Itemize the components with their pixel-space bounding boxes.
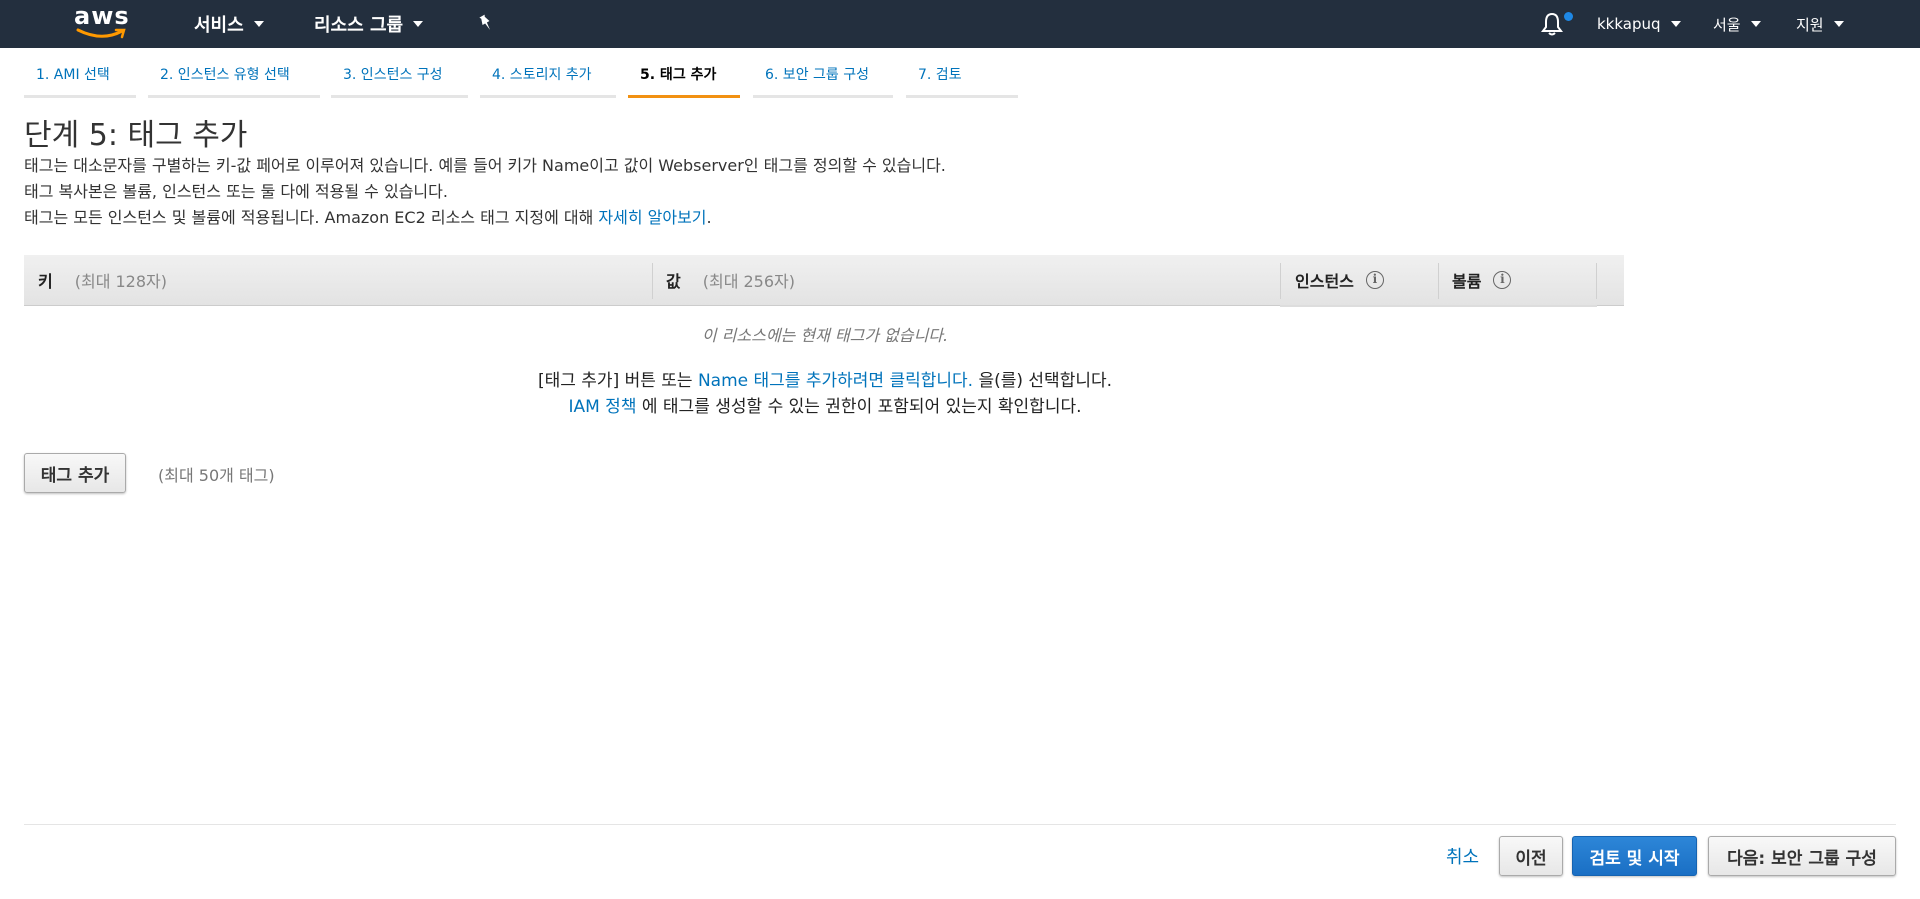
tab-instance-type[interactable]: 2. 인스턴스 유형 선택: [148, 68, 320, 98]
instruction-suffix: 을(를) 선택합니다.: [973, 371, 1113, 391]
services-label: 서비스: [194, 15, 244, 36]
bell-icon[interactable]: [1540, 11, 1564, 37]
learn-more-link[interactable]: 자세히 알아보기: [598, 208, 706, 227]
info-icon[interactable]: i: [1493, 271, 1512, 289]
column-divider: [652, 263, 653, 299]
tab-label: 3. 인스턴스 구성: [343, 67, 443, 83]
smile-arrow-icon: [76, 28, 126, 39]
column-divider: [1596, 263, 1597, 299]
page-title: 단계 5: 태그 추가: [24, 118, 248, 153]
resource-groups-label: 리소스 그룹: [314, 15, 404, 36]
tab-add-tags[interactable]: 5. 태그 추가: [628, 68, 740, 98]
logo-text: aws: [74, 2, 130, 30]
review-and-launch-button[interactable]: 검토 및 시작: [1572, 836, 1697, 876]
volumes-header-label: 볼륨: [1452, 272, 1482, 291]
key-column-header: 키 (최대 128자): [38, 255, 167, 305]
iam-policy-link[interactable]: IAM 정책: [568, 397, 636, 417]
description-line-3-suffix: .: [706, 208, 712, 227]
instances-column-header: 인스턴스 i: [1295, 255, 1384, 305]
column-divider: [1280, 263, 1281, 299]
info-icon[interactable]: i: [1365, 271, 1384, 289]
tab-ami[interactable]: 1. AMI 선택: [24, 68, 136, 98]
value-header-label: 값: [666, 272, 681, 291]
notification-dot: [1564, 12, 1573, 21]
tab-security-group[interactable]: 6. 보안 그룹 구성: [753, 68, 893, 98]
tab-label: 2. 인스턴스 유형 선택: [160, 67, 290, 83]
key-header-label: 키: [38, 272, 53, 291]
tab-label: 7. 검토: [918, 67, 962, 83]
footer-divider: [24, 824, 1896, 825]
aws-logo[interactable]: aws: [74, 2, 130, 40]
resource-groups-menu[interactable]: 리소스 그룹: [314, 0, 424, 48]
value-header-hint: (최대 256자): [702, 272, 796, 291]
tab-label: 1. AMI 선택: [36, 67, 110, 83]
add-tag-button[interactable]: 태그 추가: [24, 453, 126, 493]
volumes-column-header: 볼륨 i: [1452, 255, 1512, 305]
iam-policy-instruction: IAM 정책 에 태그를 생성할 수 있는 권한이 포함되어 있는지 확인합니다…: [0, 392, 1650, 417]
chevron-down-icon: [413, 21, 424, 27]
next-security-group-button[interactable]: 다음: 보안 그룹 구성: [1708, 836, 1896, 876]
region-menu[interactable]: 서울: [1713, 0, 1761, 48]
add-name-tag-link[interactable]: Name 태그를 추가하려면 클릭합니다.: [698, 371, 973, 391]
instruction-prefix: [태그 추가] 버튼 또는: [537, 371, 698, 391]
description-line-3: 태그는 모든 인스턴스 및 볼륨에 적용됩니다. Amazon EC2 리소스 …: [24, 204, 712, 228]
key-header-hint: (최대 128자): [74, 272, 168, 291]
chevron-down-icon: [1833, 21, 1844, 27]
description-line-3-text: 태그는 모든 인스턴스 및 볼륨에 적용됩니다. Amazon EC2 리소스 …: [24, 208, 599, 227]
pin-icon[interactable]: [476, 13, 496, 33]
region-label: 서울: [1713, 15, 1741, 34]
column-divider: [1438, 263, 1439, 299]
value-column-header: 값 (최대 256자): [666, 255, 795, 305]
tab-label: 4. 스토리지 추가: [492, 67, 592, 83]
add-tag-instruction: [태그 추가] 버튼 또는 Name 태그를 추가하려면 클릭합니다. 을(를)…: [0, 366, 1650, 391]
user-name: kkkapuq: [1597, 15, 1661, 33]
header-underline: [1280, 305, 1597, 307]
chevron-down-icon: [253, 21, 264, 27]
empty-tags-message: 이 리소스에는 현재 태그가 없습니다.: [701, 326, 949, 345]
tags-table-header: 키 (최대 128자) 값 (최대 256자) 인스턴스 i 볼륨 i: [24, 255, 1624, 306]
iam-instruction-suffix: 에 태그를 생성할 수 있는 권한이 포함되어 있는지 확인합니다.: [636, 397, 1082, 417]
description-line-2: 태그 복사본은 볼륨, 인스턴스 또는 둘 다에 적용될 수 있습니다.: [24, 182, 448, 201]
support-menu[interactable]: 지원: [1796, 0, 1844, 48]
chevron-down-icon: [1670, 21, 1681, 27]
previous-button[interactable]: 이전: [1499, 836, 1563, 876]
support-label: 지원: [1796, 15, 1824, 34]
cancel-link[interactable]: 취소: [1446, 843, 1479, 869]
tab-label: 5. 태그 추가: [640, 67, 717, 83]
description-line-1: 태그는 대소문자를 구별하는 키-값 페어로 이루어져 있습니다. 예를 들어 …: [24, 156, 946, 175]
top-nav-bar: aws 서비스 리소스 그룹 kkkapuq 서울 지원: [0, 0, 1920, 48]
services-menu[interactable]: 서비스: [194, 0, 264, 48]
tab-label: 6. 보안 그룹 구성: [765, 67, 869, 83]
chevron-down-icon: [1750, 21, 1761, 27]
max-tags-hint: (최대 50개 태그): [158, 466, 275, 485]
tab-configure-instance[interactable]: 3. 인스턴스 구성: [331, 68, 468, 98]
user-menu[interactable]: kkkapuq: [1597, 0, 1681, 48]
tab-add-storage[interactable]: 4. 스토리지 추가: [480, 68, 616, 98]
tab-review[interactable]: 7. 검토: [906, 68, 1018, 98]
instances-header-label: 인스턴스: [1295, 272, 1354, 291]
